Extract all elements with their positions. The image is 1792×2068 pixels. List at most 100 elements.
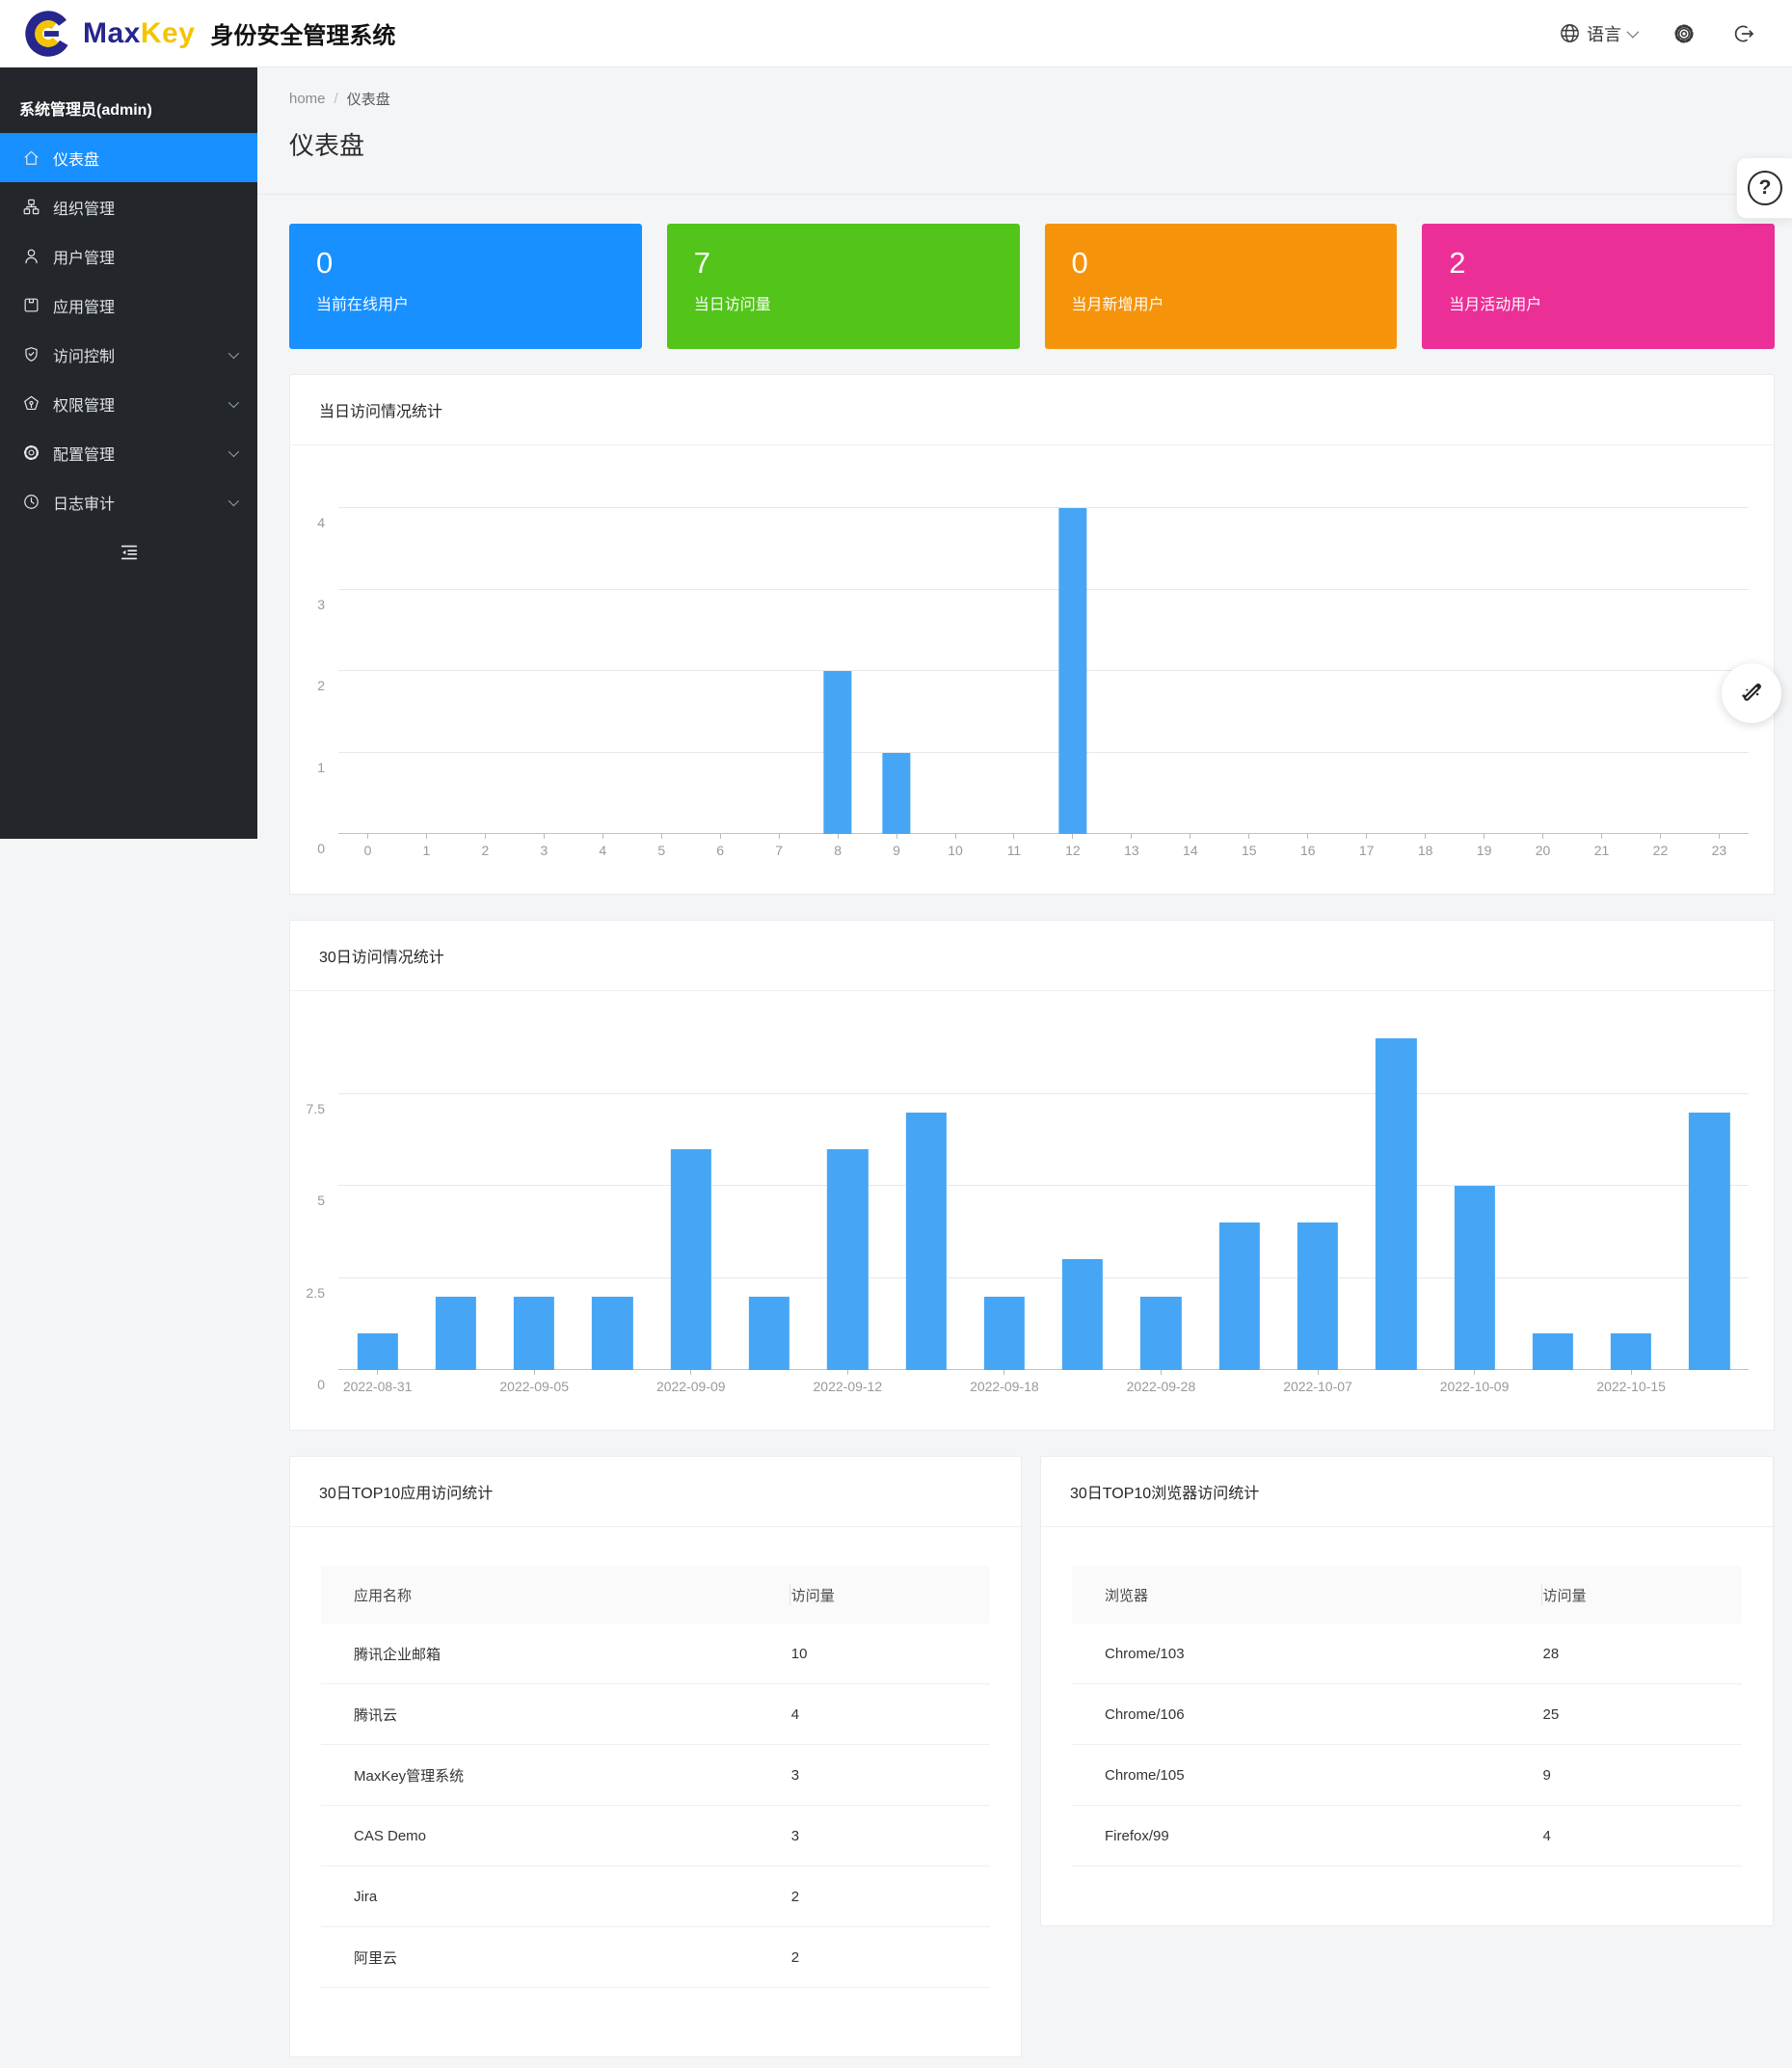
sidebar-item-label: 用户管理: [53, 245, 115, 268]
sidebar-item-home[interactable]: 仪表盘: [0, 133, 257, 182]
chart-slot: [574, 482, 632, 834]
bar: [436, 1297, 476, 1370]
stat-card-0: 0当前在线用户: [289, 224, 642, 349]
chart-slot: [1572, 482, 1631, 834]
breadcrumb-home-link[interactable]: home: [289, 91, 326, 107]
table-row: 腾讯云4: [321, 1684, 990, 1745]
bar: [1376, 1038, 1416, 1370]
chart-slot: [809, 999, 887, 1370]
chart-slot: [338, 482, 397, 834]
monthly-visits-x-axis: 2022-08-312022-09-052022-09-092022-09-12…: [338, 1370, 1749, 1403]
language-menu[interactable]: 语言: [1559, 21, 1636, 46]
x-axis-tick-label: 1: [397, 834, 456, 867]
logout-icon: [1732, 22, 1755, 45]
chevron-down-icon: [228, 495, 239, 505]
y-axis-tick-label: 0: [317, 1377, 325, 1392]
x-axis-tick-label: [1513, 1370, 1591, 1403]
chart-slot: [1102, 482, 1161, 834]
panel-title: 30日访问情况统计: [290, 921, 1774, 991]
x-axis-tick-label: 13: [1102, 834, 1161, 867]
table-cell-count: 4: [789, 1706, 990, 1723]
theme-magic-button[interactable]: [1722, 663, 1781, 723]
table-cell-count: 9: [1541, 1767, 1743, 1784]
sidebar-item-clock[interactable]: 日志审计: [0, 477, 257, 526]
menu-fold-icon[interactable]: [119, 542, 140, 563]
stat-label: 当日访问量: [694, 291, 993, 314]
y-axis-tick-label: 3: [317, 597, 325, 612]
chart-slot: [1513, 999, 1591, 1370]
sidebar-item-pentagon[interactable]: 权限管理: [0, 379, 257, 428]
sidebar-menu: 仪表盘组织管理用户管理应用管理访问控制权限管理配置管理日志审计: [0, 133, 257, 526]
x-axis-tick-label: 2022-09-09: [652, 1370, 730, 1403]
table-cell-count: 4: [1541, 1828, 1743, 1844]
sidebar-item-org[interactable]: 组织管理: [0, 182, 257, 231]
gear-icon: [21, 443, 40, 463]
x-axis-tick-label: 16: [1278, 834, 1337, 867]
top-apps-table: 应用名称访问量腾讯企业邮箱10腾讯云4MaxKey管理系统3CAS Demo3J…: [321, 1566, 990, 1988]
table-row: Chrome/10328: [1072, 1624, 1742, 1684]
today-visits-chart: 01234: [338, 482, 1749, 834]
chart-slot: [338, 999, 416, 1370]
home-icon: [21, 148, 40, 168]
table-header-cell: 应用名称: [321, 1585, 789, 1605]
x-axis-tick-label: [1671, 1370, 1749, 1403]
chart-slot: [926, 482, 985, 834]
bar: [823, 671, 851, 834]
chart-slot: [1690, 482, 1749, 834]
app-header: MaxKey 身份安全管理系统 语言: [0, 0, 1792, 67]
chart-slot: [632, 482, 691, 834]
chart-slot: [1200, 999, 1278, 1370]
table-row: CAS Demo3: [321, 1806, 990, 1867]
org-icon: [21, 198, 40, 217]
chart-slot: [397, 482, 456, 834]
chart-slot: [984, 482, 1043, 834]
admin-user-label: 系统管理员(admin): [0, 67, 257, 133]
table-cell-name: MaxKey管理系统: [321, 1765, 789, 1786]
y-axis-tick-label: 2.5: [307, 1285, 325, 1301]
table-cell-count: 25: [1541, 1706, 1743, 1723]
monthly-visits-chart: 02.557.5: [338, 999, 1749, 1370]
table-header-cell: 访问量: [789, 1585, 990, 1605]
chart-slot: [691, 482, 750, 834]
monthly-visits-panel: 30日访问情况统计 02.557.5 2022-08-312022-09-052…: [289, 920, 1775, 1431]
maxkey-logo-icon: [23, 9, 73, 59]
app-icon: [21, 296, 40, 315]
x-axis-tick-label: [730, 1370, 808, 1403]
table-cell-name: 阿里云: [321, 1947, 789, 1968]
x-axis-tick-label: 2022-10-15: [1592, 1370, 1671, 1403]
top-apps-panel: 30日TOP10应用访问统计 应用名称访问量腾讯企业邮箱10腾讯云4MaxKey…: [289, 1456, 1022, 2057]
x-axis-tick-label: [416, 1370, 495, 1403]
today-visits-panel: 当日访问情况统计 01234 0123456789101112131415161…: [289, 374, 1775, 895]
stat-card-1: 7当日访问量: [667, 224, 1020, 349]
sidebar-item-user[interactable]: 用户管理: [0, 231, 257, 281]
x-axis-tick-label: 15: [1219, 834, 1278, 867]
sidebar-item-label: 仪表盘: [53, 147, 99, 170]
help-button[interactable]: ?: [1736, 157, 1792, 219]
chart-slot: [1278, 482, 1337, 834]
top-browsers-table: 浏览器访问量Chrome/10328Chrome/10625Chrome/105…: [1072, 1566, 1742, 1867]
bar: [1058, 508, 1086, 834]
table-cell-name: Chrome/106: [1072, 1706, 1541, 1723]
logout-button[interactable]: [1732, 22, 1755, 45]
table-cell-name: Firefox/99: [1072, 1828, 1541, 1844]
chart-slot: [965, 999, 1043, 1370]
breadcrumb: home / 仪表盘: [289, 89, 1792, 109]
table-header-row: 浏览器访问量: [1072, 1566, 1742, 1624]
question-circle-icon: ?: [1748, 171, 1782, 205]
brand: MaxKey 身份安全管理系统: [23, 9, 395, 59]
chart-slot: [1043, 482, 1102, 834]
settings-button[interactable]: [1672, 22, 1696, 45]
sidebar-item-shield[interactable]: 访问控制: [0, 330, 257, 379]
table-header-cell: 访问量: [1541, 1585, 1743, 1605]
sidebar-item-gear[interactable]: 配置管理: [0, 428, 257, 477]
x-axis-tick-label: 18: [1396, 834, 1455, 867]
chart-slot: [1219, 482, 1278, 834]
stat-card-3: 2当月活动用户: [1422, 224, 1775, 349]
stat-label: 当月新增用户: [1072, 291, 1371, 314]
sidebar-item-app[interactable]: 应用管理: [0, 281, 257, 330]
table-row: Chrome/10625: [1072, 1684, 1742, 1745]
chart-slot: [1357, 999, 1435, 1370]
bar: [1533, 1333, 1573, 1370]
sidebar-item-label: 权限管理: [53, 392, 115, 416]
table-row: 腾讯企业邮箱10: [321, 1624, 990, 1684]
